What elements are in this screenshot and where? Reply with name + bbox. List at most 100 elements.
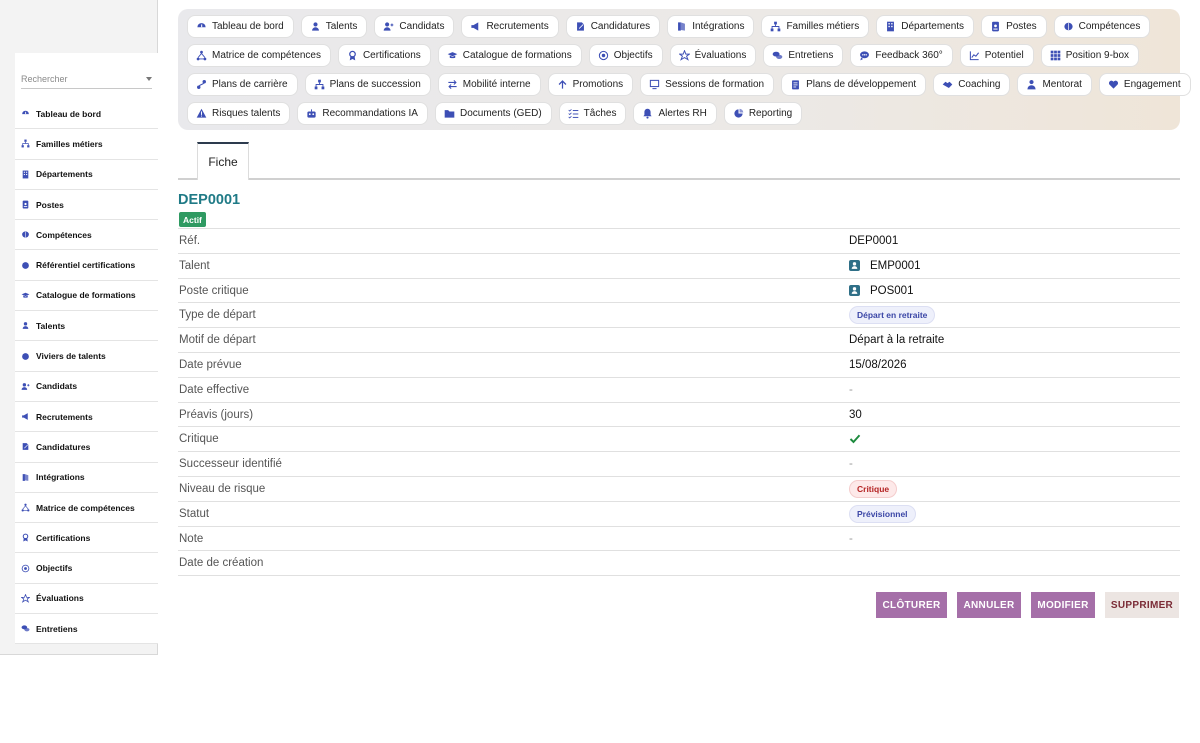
module-nav-chip[interactable]: Promotions xyxy=(547,73,634,96)
sidebar-item[interactable]: Talents xyxy=(15,311,158,342)
delete-button[interactable]: SUPPRIMER xyxy=(1105,592,1179,618)
sidebar-item[interactable]: Certifications xyxy=(15,523,158,554)
module-nav-chip[interactable]: Catalogue de formations xyxy=(437,44,582,67)
cancel-button[interactable]: ANNULER xyxy=(957,592,1021,618)
module-nav-chip[interactable]: Certifications xyxy=(337,44,431,67)
module-nav-chip[interactable]: Tâches xyxy=(558,102,627,125)
detail-link[interactable]: POS001 xyxy=(849,285,913,297)
module-nav-chip[interactable]: Reporting xyxy=(723,102,803,125)
detail-value: - xyxy=(849,532,853,545)
pie-chart-icon xyxy=(733,108,744,119)
chalkboard-icon xyxy=(649,79,660,90)
module-nav-chip[interactable]: Potentiel xyxy=(959,44,1034,67)
module-nav-chip[interactable]: Position 9-box xyxy=(1040,44,1140,67)
sidebar-item-label: Talents xyxy=(36,320,66,331)
detail-label: Type de départ xyxy=(179,309,256,322)
megaphone-icon xyxy=(470,21,481,32)
detail-link-text[interactable]: POS001 xyxy=(870,285,913,297)
clipboard-icon xyxy=(790,79,801,90)
chevron-down-icon[interactable] xyxy=(146,76,152,81)
detail-value: Critique xyxy=(849,479,898,498)
module-nav-chip[interactable]: Mentorat xyxy=(1017,73,1092,96)
detail-row: Motif de départ Départ à la retraite xyxy=(178,328,1180,353)
module-nav-chip[interactable]: Documents (GED) xyxy=(434,102,552,125)
sidebar-item[interactable]: Recrutements xyxy=(15,402,158,433)
module-nav-chip[interactable]: Feedback 360° xyxy=(850,44,953,67)
module-nav-label: Catalogue de formations xyxy=(462,50,572,61)
graduation-cap-icon xyxy=(21,291,30,300)
sidebar-item-label: Certifications xyxy=(36,532,91,543)
module-nav-chip[interactable]: Objectifs xyxy=(588,44,663,67)
module-nav-chip[interactable]: Familles métiers xyxy=(761,15,870,38)
target-icon xyxy=(21,564,30,573)
detail-value: 30 xyxy=(849,408,862,421)
detail-label: Statut xyxy=(179,507,210,520)
sidebar-item[interactable]: Compétences xyxy=(15,220,158,251)
warning-icon xyxy=(196,108,207,119)
sidebar-item-label: Matrice de compétences xyxy=(36,502,135,513)
edit-button[interactable]: MODIFIER xyxy=(1031,592,1095,618)
module-nav-chip[interactable]: Plans de carrière xyxy=(187,73,298,96)
detail-link-text[interactable]: EMP0001 xyxy=(870,260,921,272)
detail-value: - xyxy=(849,458,853,471)
sidebar-item[interactable]: Référentiel certifications xyxy=(15,250,158,281)
module-nav-chip[interactable]: Plans de développement xyxy=(781,73,927,96)
dashboard-icon xyxy=(196,21,207,32)
sidebar-item-label: Référentiel certifications xyxy=(36,260,136,271)
module-nav-chip[interactable]: Départements xyxy=(876,15,975,38)
module-nav-chip[interactable]: Entretiens xyxy=(763,44,844,67)
megaphone-icon xyxy=(21,412,30,421)
tab-fiche[interactable]: Fiche xyxy=(197,142,249,180)
sidebar-item[interactable]: Postes xyxy=(15,190,158,221)
sidebar-item[interactable]: Candidats xyxy=(15,372,158,402)
module-nav-label: Tâches xyxy=(583,108,617,119)
search-input[interactable]: Rechercher xyxy=(21,69,152,89)
close-button[interactable]: CLÔTURER xyxy=(876,592,947,618)
sidebar-item-label: Viviers de talents xyxy=(36,351,106,362)
detail-label: Niveau de risque xyxy=(179,482,266,495)
detail-label: Date de création xyxy=(179,557,264,570)
sidebar-item[interactable]: Entretiens xyxy=(15,614,158,645)
module-nav-chip[interactable]: Recommandations IA xyxy=(297,102,428,125)
module-nav-label: Postes xyxy=(1006,21,1037,32)
sidebar-item[interactable]: Intégrations xyxy=(15,463,158,493)
sidebar-item-label: Évaluations xyxy=(36,593,84,604)
module-nav-chip[interactable]: Compétences xyxy=(1053,15,1151,38)
module-nav-chip[interactable]: Coaching xyxy=(933,73,1011,96)
sidebar-item-label: Compétences xyxy=(36,229,92,240)
module-nav-chip[interactable]: Mobilité interne xyxy=(437,73,541,96)
sidebar-item[interactable]: Départements xyxy=(15,160,158,190)
sidebar-item[interactable]: Catalogue de formations xyxy=(15,281,158,312)
module-nav-chip[interactable]: Évaluations xyxy=(669,44,757,67)
module-nav-chip[interactable]: Intégrations xyxy=(667,15,755,38)
module-nav-chip[interactable]: Plans de succession xyxy=(304,73,431,96)
sidebar-item[interactable]: Viviers de talents xyxy=(15,341,158,372)
module-nav-chip[interactable]: Postes xyxy=(981,15,1047,38)
module-nav-row: Plans de carrière Plans de succession Mobi… xyxy=(187,73,1191,96)
module-nav-chip[interactable]: Matrice de compétences xyxy=(187,44,331,67)
sidebar-item[interactable]: Objectifs xyxy=(15,553,158,584)
user-plus-icon xyxy=(21,382,30,391)
module-nav-chip[interactable]: Tableau de bord xyxy=(187,15,294,38)
module-nav-chip[interactable]: Talents xyxy=(300,15,368,38)
module-nav-chip[interactable]: Candidatures xyxy=(565,15,661,38)
module-nav-chip[interactable]: Candidats xyxy=(374,15,455,38)
status-pill: Départ en retraite xyxy=(849,306,936,325)
detail-row: Successeur identifié - xyxy=(178,452,1180,477)
detail-row: Talent EMP0001 xyxy=(178,254,1180,279)
sidebar-item[interactable]: Candidatures xyxy=(15,432,158,463)
module-nav-chip[interactable]: Engagement xyxy=(1098,73,1191,96)
module-nav-chip[interactable]: Risques talents xyxy=(187,102,291,125)
sidebar-item[interactable]: Tableau de bord xyxy=(15,99,158,130)
module-nav-chip[interactable]: Sessions de formation xyxy=(640,73,775,96)
module-nav-label: Plans de développement xyxy=(806,79,917,90)
sidebar-item[interactable]: Matrice de compétences xyxy=(15,493,158,524)
detail-link[interactable]: EMP0001 xyxy=(849,260,921,272)
sidebar-item[interactable]: Familles métiers xyxy=(15,129,158,160)
module-nav-chip[interactable]: Recrutements xyxy=(461,15,559,38)
module-nav-chip[interactable]: Alertes RH xyxy=(633,102,717,125)
sidebar-item[interactable]: Évaluations xyxy=(15,584,158,615)
module-nav-label: Plans de succession xyxy=(329,79,421,90)
comment-dots-icon xyxy=(859,50,870,61)
detail-row: Réf. DEP0001 xyxy=(178,229,1180,254)
